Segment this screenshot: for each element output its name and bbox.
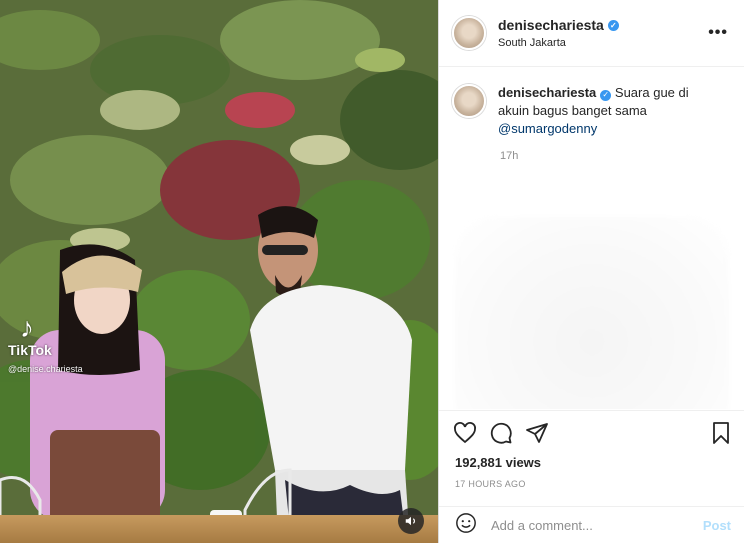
tiktok-username: @denise.chariesta [8,364,83,374]
verified-badge-icon: ✓ [600,89,612,101]
tiktok-watermark: ♪ TikTok @denise.chariesta [8,312,83,375]
paper-plane-icon [526,423,548,443]
post-header: denisechariesta ✓ South Jakarta ••• [439,0,744,67]
action-bar: 192,881 views 17 HOURS AGO [439,410,744,506]
verified-badge-icon: ✓ [607,19,619,31]
like-button[interactable] [453,421,477,445]
tiktok-logo-icon: ♪ [20,312,34,343]
emoji-button[interactable] [455,512,477,539]
caption: denisechariesta ✓ Suara gue di akuin bagu… [498,84,720,138]
bookmark-icon [713,422,729,444]
mute-button[interactable] [398,508,424,534]
comment-input[interactable] [491,517,703,533]
views-count[interactable]: 192,881 views [439,455,744,470]
speaker-icon [405,516,416,526]
share-button[interactable] [525,421,549,445]
header-text: denisechariesta ✓ South Jakarta [498,17,708,49]
post-button[interactable]: Post [703,518,731,533]
caption-username[interactable]: denisechariesta [498,85,596,100]
comment-form: Post [439,506,744,543]
tiktok-label: TikTok [8,342,52,358]
emoji-icon [456,512,476,533]
post-video[interactable]: ♪ TikTok @denise.chariesta [0,0,438,543]
loading-placeholder [455,217,729,409]
post-sidebar: denisechariesta ✓ South Jakarta ••• deni… [438,0,744,543]
heart-icon [454,422,476,444]
table-surface [0,515,438,543]
avatar[interactable] [452,16,486,50]
username-link[interactable]: denisechariesta [498,17,604,33]
comment-button[interactable] [489,421,513,445]
save-button[interactable] [709,421,733,445]
post-timestamp[interactable]: 17 HOURS AGO [439,479,744,489]
action-icons [439,411,744,455]
caption-time: 17h [500,150,519,162]
avatar[interactable] [452,84,486,118]
caption-row: denisechariesta ✓ Suara gue di akuin bagu… [452,84,728,138]
comment-icon [490,422,512,444]
mention-link[interactable]: @sumargodenny [498,121,597,136]
comments-area: denisechariesta ✓ Suara gue di akuin bagu… [439,67,744,409]
location-link[interactable]: South Jakarta [498,37,708,49]
header-username-row: denisechariesta ✓ [498,17,708,33]
video-frame [0,0,438,543]
more-options-button[interactable]: ••• [708,24,728,42]
